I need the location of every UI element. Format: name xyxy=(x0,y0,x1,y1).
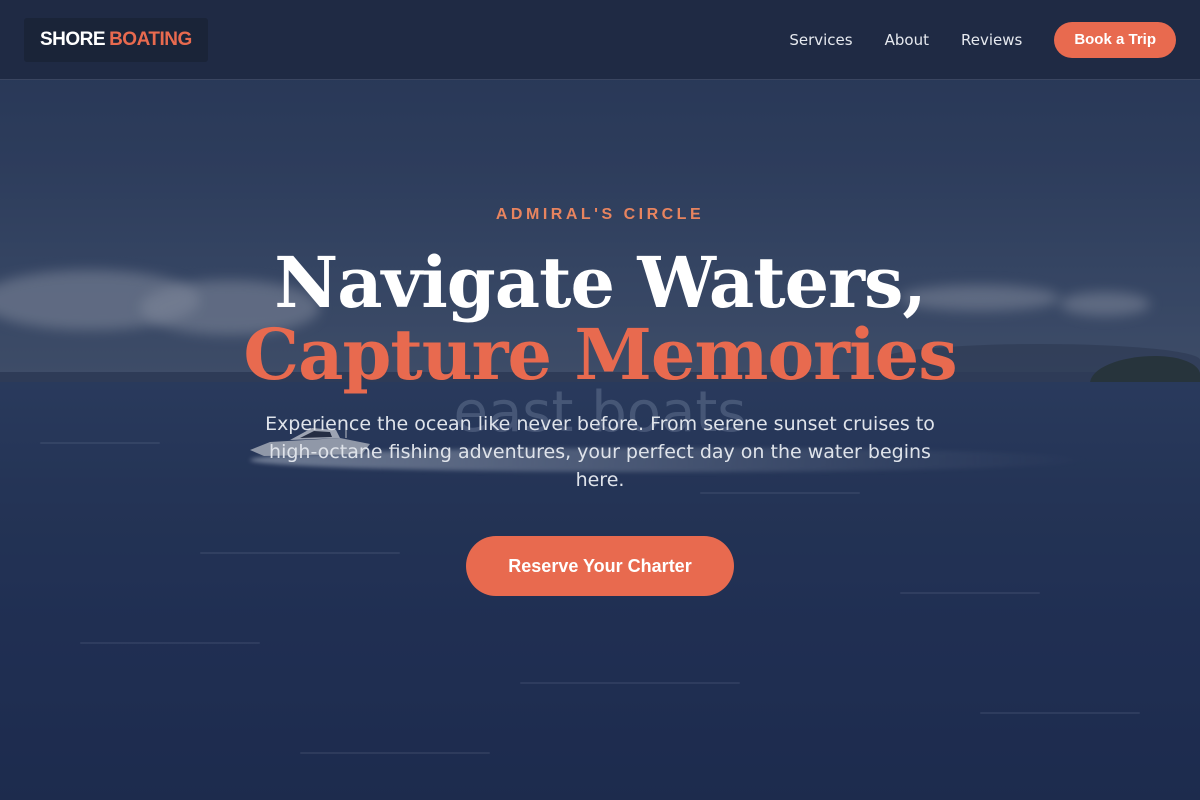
brand-name-first: SHORE xyxy=(40,28,106,50)
hero-eyebrow: ADMIRAL'S CIRCLE xyxy=(495,206,705,223)
hero-title-line-1: Navigate Waters, xyxy=(274,241,927,324)
brand-name-second: BOATING xyxy=(109,28,192,50)
hero-subtitle: Experience the ocean like never before. … xyxy=(265,413,935,491)
nav-link-services[interactable]: Services xyxy=(789,31,852,49)
nav-link-reviews[interactable]: Reviews xyxy=(961,31,1022,49)
book-trip-button[interactable]: Book a Trip xyxy=(1054,21,1176,58)
nav-link-about[interactable]: About xyxy=(885,31,929,49)
main-nav: Services About Reviews Book a Trip xyxy=(789,21,1176,58)
brand-logo[interactable]: SHORE BOATING xyxy=(24,17,208,62)
site-header: SHORE BOATING Services About Reviews Boo… xyxy=(0,0,1200,80)
hero-section: ADMIRAL'S CIRCLE east boats Navigate Wat… xyxy=(0,80,1200,800)
hero-title-line-2: Capture Memories xyxy=(243,313,957,396)
reserve-charter-button[interactable]: Reserve Your Charter xyxy=(466,536,734,596)
